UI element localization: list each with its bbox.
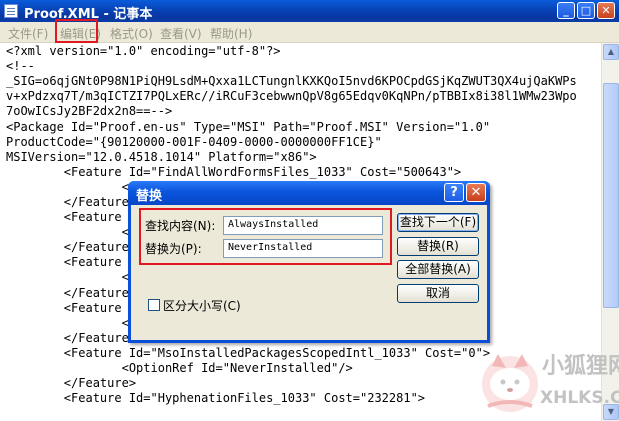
code-line: < xyxy=(6,270,129,284)
code-line: ProductCode="{90120000-001F-0409-0000-00… xyxy=(6,135,382,149)
minimize-button[interactable]: _ xyxy=(557,2,575,19)
dialog-close-button[interactable]: ✕ xyxy=(466,183,486,202)
replace-button[interactable]: 替换(R) xyxy=(397,237,479,256)
code-line: < xyxy=(6,180,129,194)
match-case-label: 区分大小写(C) xyxy=(163,299,241,313)
fox-logo-icon xyxy=(482,354,538,412)
code-line: < xyxy=(6,316,129,330)
scroll-thumb[interactable] xyxy=(603,83,619,308)
watermark-url: XHLKS.CN xyxy=(540,388,619,408)
menu-file[interactable]: 文件(F) xyxy=(8,25,48,42)
watermark: 小狐狸网 XHLKS.CN xyxy=(470,344,619,421)
maximize-button[interactable]: □ xyxy=(577,2,595,19)
code-line: v+xPdzxq7T/m3qICTZI7PQLxERc//iRCuF3cebww… xyxy=(6,89,577,103)
menu-help[interactable]: 帮助(H) xyxy=(210,25,252,42)
notepad-window: Proof.XML - 记事本 _ □ ✕ 文件(F) 编辑(E) 格式(O) … xyxy=(0,0,619,421)
find-next-button[interactable]: 查找下一个(F) xyxy=(397,213,479,232)
code-line: <Package Id="Proof.en-us" Type="MSI" Pat… xyxy=(6,120,491,134)
code-line: </Feature> xyxy=(6,240,137,254)
code-line: </Feature> xyxy=(6,195,137,209)
dialog-help-button[interactable]: ? xyxy=(444,183,464,202)
code-line: <Feature Id="MsoInstalledPackagesScopedI… xyxy=(6,346,491,360)
dialog-body: 查找内容(N): AlwaysInstalled 替换为(P): NeverIn… xyxy=(131,205,487,340)
code-line: <Feature Id="FindAllWordFormsFiles_1033"… xyxy=(6,165,462,179)
replace-dialog: 替换 ? ✕ 查找内容(N): AlwaysInstalled 替换为(P): … xyxy=(128,181,490,343)
code-line: <!-- xyxy=(6,59,35,73)
dialog-title-bar[interactable]: 替换 ? ✕ xyxy=(128,181,490,205)
code-line: MSIVersion="12.0.4518.1014" Platform="x8… xyxy=(6,150,317,164)
code-line: <?xml version="1.0" encoding="utf-8"?> xyxy=(6,44,281,58)
code-line: _SIG=o6qjGNt0P98N1PiQH9LsdM+Qxxa1LCTungn… xyxy=(6,74,577,88)
code-line: </Feature> xyxy=(6,331,137,345)
code-line: </Feature> xyxy=(6,376,137,390)
scroll-up-arrow-icon[interactable]: ▲ xyxy=(603,44,619,60)
fields-highlight-box xyxy=(139,208,392,265)
code-line: <OptionRef Id="NeverInstalled"/> xyxy=(6,361,353,375)
dialog-title: 替换 xyxy=(136,189,163,204)
code-line: < xyxy=(6,225,129,239)
code-line: <Feature xyxy=(6,301,122,315)
close-button[interactable]: ✕ xyxy=(597,2,615,19)
notepad-icon xyxy=(4,4,18,18)
edit-menu-highlight-box xyxy=(55,19,98,43)
code-line: </Feature> xyxy=(6,286,137,300)
menu-format[interactable]: 格式(O) xyxy=(110,25,153,42)
match-case-checkbox[interactable] xyxy=(148,299,160,311)
code-line: <Feature Id="HyphenationFiles_1033" Cost… xyxy=(6,391,426,405)
replace-all-button[interactable]: 全部替换(A) xyxy=(397,260,479,279)
watermark-title: 小狐狸网 xyxy=(542,354,619,379)
cancel-button[interactable]: 取消 xyxy=(397,284,479,303)
menu-view[interactable]: 查看(V) xyxy=(160,25,202,42)
code-line: 7oOwICsJy2BF2dx2n8==--> xyxy=(6,104,173,118)
code-line: <Feature xyxy=(6,210,122,224)
